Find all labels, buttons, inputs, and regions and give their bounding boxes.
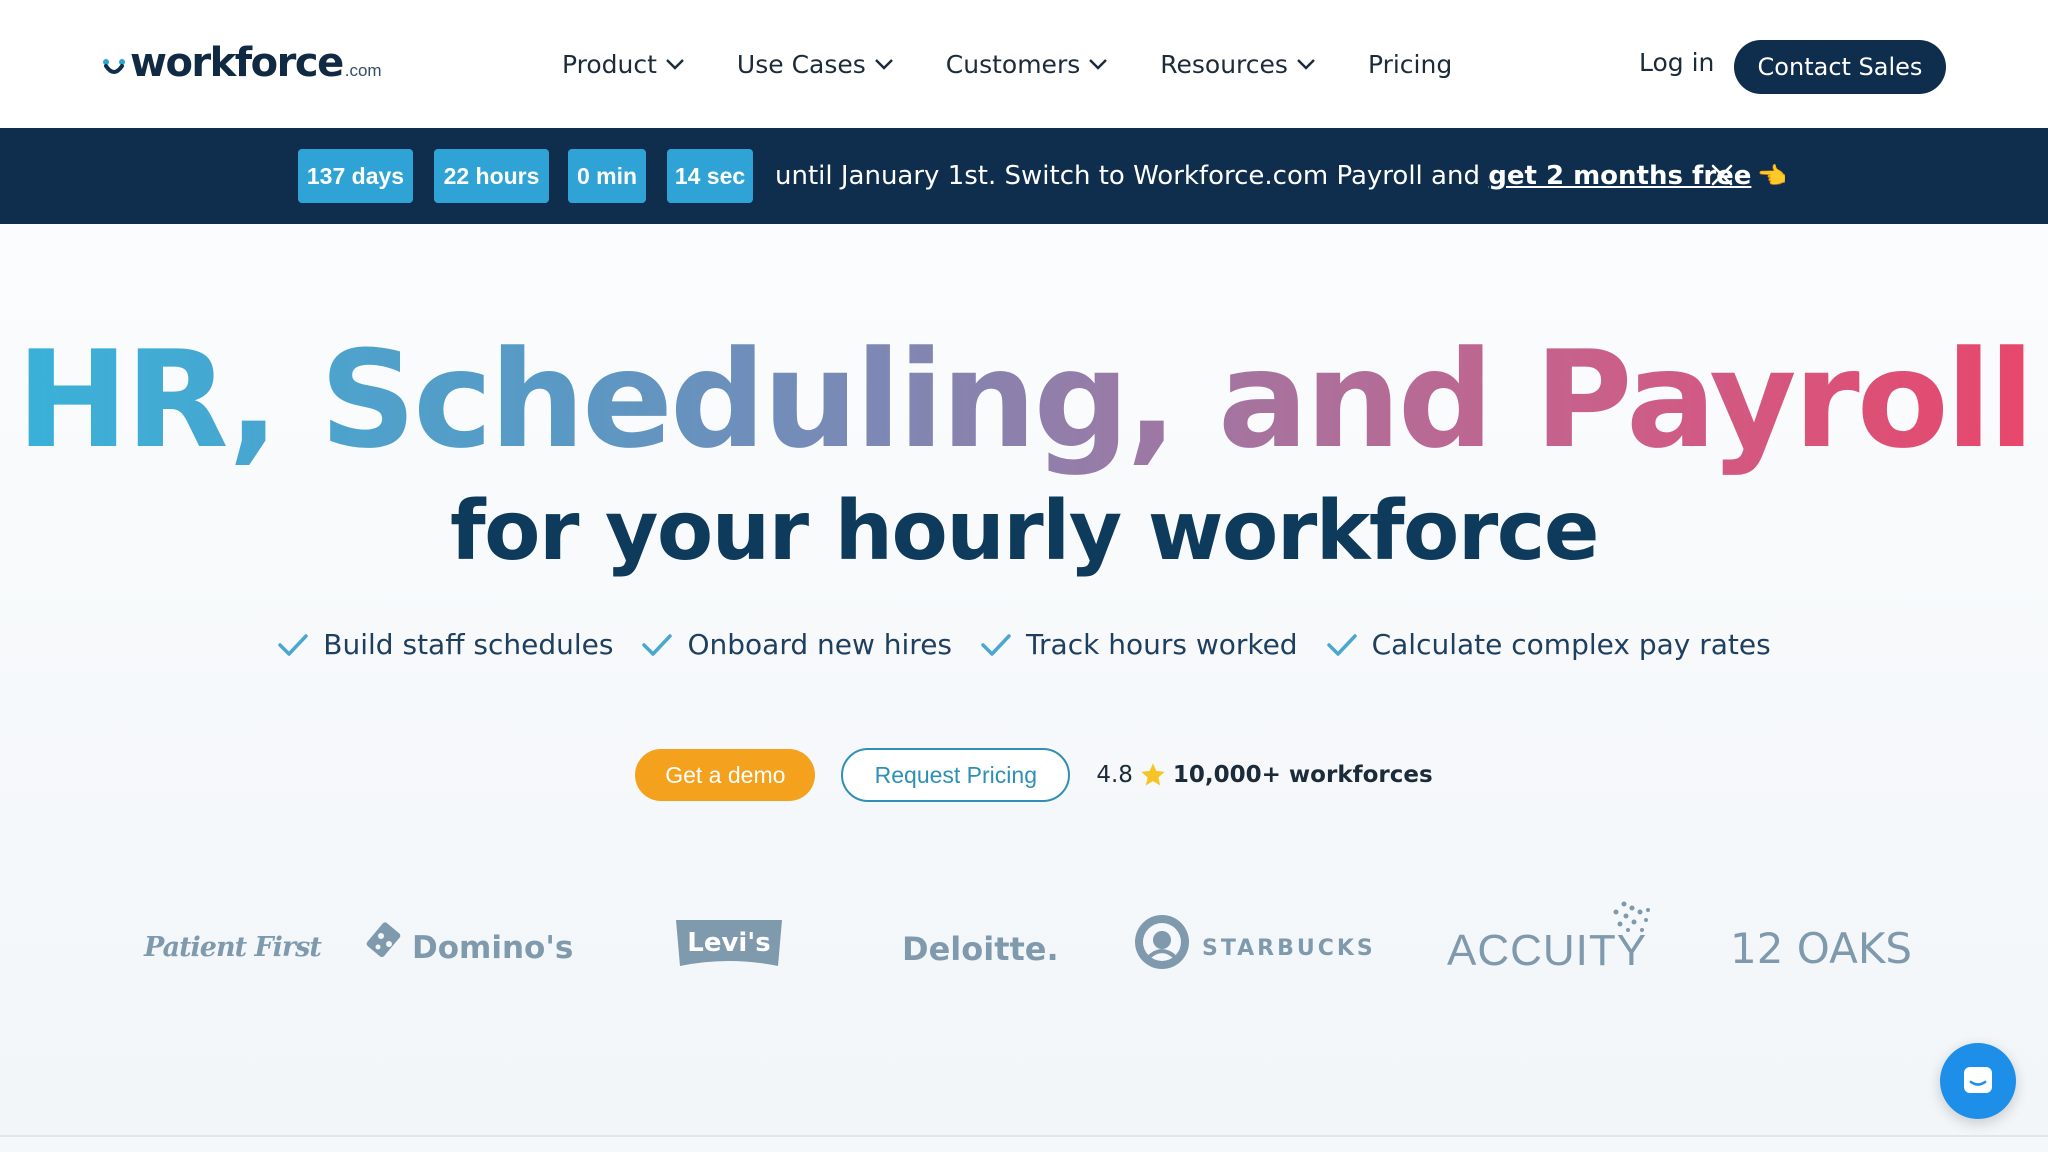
nav-item-pricing[interactable]: Pricing — [1368, 50, 1452, 79]
checkmark-icon — [278, 633, 309, 656]
nav-item-resources[interactable]: Resources — [1160, 50, 1316, 79]
nav-label: Resources — [1160, 49, 1288, 79]
customer-logo-patient-first: Patient First — [144, 932, 322, 963]
nav-label: Use Cases — [736, 49, 866, 79]
dominos-logo-icon — [366, 922, 401, 958]
feature-label: Onboard new hires — [687, 628, 953, 661]
feature-item: Build staff schedules — [277, 628, 613, 661]
feature-label: Calculate complex pay rates — [1371, 628, 1771, 661]
workforce-logo[interactable]: workforce .com — [102, 40, 382, 86]
pointing-hand-emoji: 👈 — [1757, 162, 1788, 190]
feature-label: Track hours worked — [1026, 628, 1298, 661]
countdown-seconds: 14 sec — [667, 149, 753, 203]
hero-headline: HR, Scheduling, and Payroll — [0, 320, 2048, 480]
chevron-down-icon — [874, 59, 893, 70]
nav-item-use-cases[interactable]: Use Cases — [737, 50, 894, 79]
feature-item: Onboard new hires — [641, 628, 952, 661]
chevron-down-icon — [666, 59, 684, 70]
customer-logo-starbucks: STARBUCKS — [1202, 936, 1376, 961]
contact-sales-button[interactable]: Contact Sales — [1734, 40, 1946, 94]
checkmark-icon — [1326, 633, 1357, 656]
customer-logos: Patient First Domino's Levi's Deloitte. … — [102, 898, 1946, 992]
customer-logo-dominos: Domino's — [412, 930, 574, 966]
get-demo-button[interactable]: Get a demo — [635, 749, 816, 801]
customer-logo-deloitte: Deloitte. — [902, 930, 1059, 968]
nav-item-customers[interactable]: Customers — [946, 50, 1108, 79]
section-divider — [0, 1135, 2048, 1137]
promo-banner: 137 days 22 hours 0 min 14 sec until Jan… — [0, 128, 2048, 224]
banner-message: until January 1st. Switch to Workforce.c… — [775, 161, 1787, 191]
feature-list: Build staff schedules Onboard new hires … — [0, 628, 2048, 661]
rating-value: 4.8 — [1096, 762, 1133, 788]
feature-item: Track hours worked — [980, 628, 1298, 661]
checkmark-icon — [981, 633, 1011, 656]
logo-mark-icon — [103, 59, 125, 74]
countdown-days: 137 days — [298, 149, 413, 203]
nav-item-product[interactable]: Product — [562, 50, 685, 79]
customer-logo-12-oaks: 12 OAKS — [1730, 924, 1913, 973]
chevron-down-icon — [1297, 59, 1315, 70]
star-icon — [1141, 763, 1165, 786]
logo-tld: .com — [344, 61, 382, 80]
site-header: workforce .com Product Use Cases Custome… — [0, 0, 2048, 128]
feature-item: Calculate complex pay rates — [1326, 628, 1771, 661]
countdown-minutes: 0 min — [568, 149, 646, 203]
rating-count: 10,000+ workforces — [1172, 762, 1433, 788]
customer-logo-levis: Levi's — [687, 928, 771, 958]
banner-text: until January 1st. Switch to Workforce.c… — [775, 161, 1489, 191]
login-link[interactable]: Log in — [1639, 48, 1714, 77]
nav-label: Pricing — [1367, 49, 1453, 79]
chevron-down-icon — [1089, 59, 1108, 70]
starbucks-siren-icon — [1135, 915, 1189, 969]
cta-row: Get a demo Request Pricing 4.8 10,000+ w… — [0, 748, 2048, 802]
logo-word: workforce — [130, 40, 344, 86]
nav-label: Customers — [945, 49, 1081, 79]
close-icon[interactable] — [1711, 164, 1733, 186]
checkmark-icon — [642, 633, 673, 656]
rating: 4.8 10,000+ workforces — [1096, 761, 1432, 789]
main-nav: Product Use Cases Customers Resources Pr… — [562, 0, 1452, 128]
hero-subheadline: for your hourly workforce — [449, 484, 1600, 579]
countdown-hours: 22 hours — [434, 149, 549, 203]
nav-label: Product — [562, 49, 657, 79]
feature-label: Build staff schedules — [323, 628, 614, 661]
chat-icon — [1964, 1067, 1992, 1093]
request-pricing-button[interactable]: Request Pricing — [841, 748, 1071, 802]
chat-launcher-button[interactable] — [1940, 1043, 2016, 1119]
accuity-dots-icon — [1613, 901, 1650, 932]
